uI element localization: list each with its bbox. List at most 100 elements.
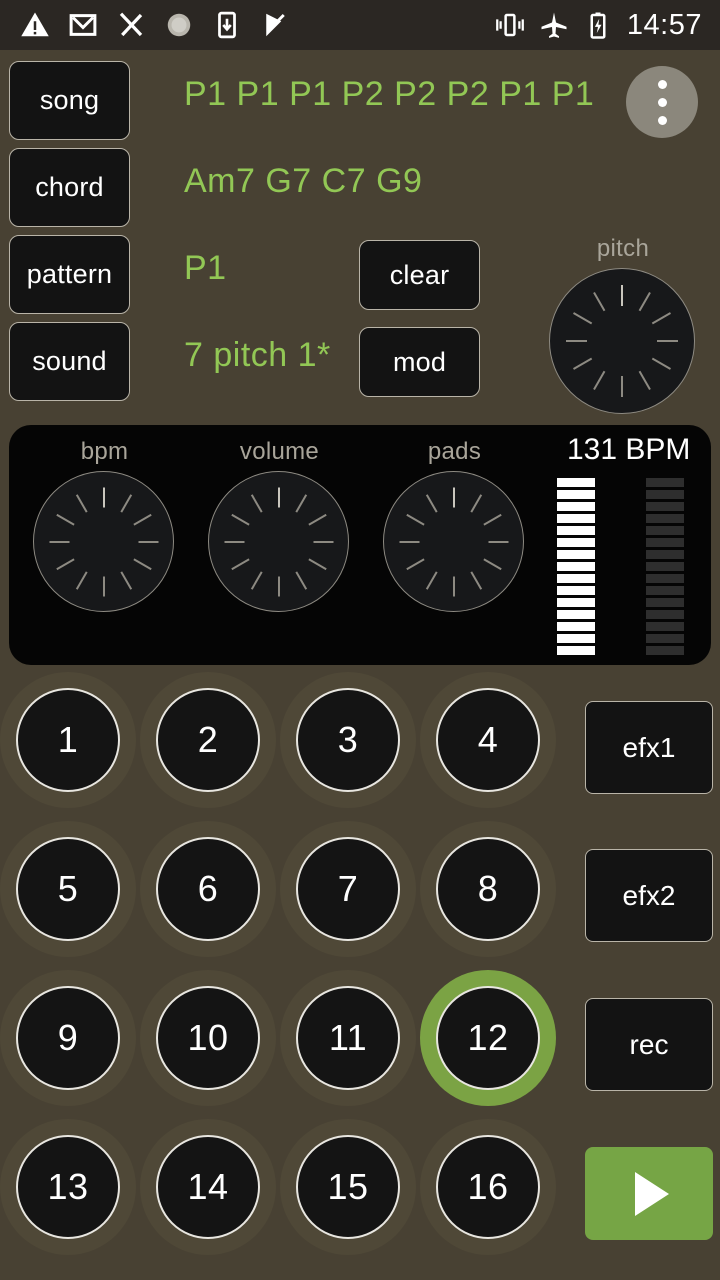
pad-label: 12 [436, 986, 540, 1090]
pad-grid: 1 2 3 4 5 6 7 8 9 10 11 12 13 14 15 16 [0, 672, 578, 1280]
pad-button-9[interactable]: 9 [0, 970, 136, 1106]
knob-tick [573, 357, 593, 370]
meter-segment [557, 478, 595, 487]
knob-tick [250, 570, 263, 590]
knob-tick [593, 370, 606, 390]
app-root: 14:57 song chord pattern sound P1 P1 P1 … [0, 0, 720, 1280]
pad-label: 7 [296, 837, 400, 941]
meter-segment [646, 550, 684, 559]
knob-tick [651, 357, 671, 370]
pad-button-3[interactable]: 3 [280, 672, 416, 808]
pad-button-8[interactable]: 8 [420, 821, 556, 957]
pad-button-1[interactable]: 1 [0, 672, 136, 808]
volume-knob-group: volume [208, 438, 351, 612]
knob-tick [482, 513, 502, 526]
meter-segment [557, 514, 595, 523]
meter-segment [557, 538, 595, 547]
rec-button[interactable]: rec [585, 998, 713, 1091]
pad-button-10[interactable]: 10 [140, 970, 276, 1106]
pad-button-12[interactable]: 12 [420, 970, 556, 1106]
knob-tick [49, 540, 69, 543]
pitch-knob[interactable] [549, 268, 695, 414]
pad-label: 9 [16, 986, 120, 1090]
level-meter-right [646, 478, 684, 655]
sound-button[interactable]: sound [9, 322, 130, 401]
knob-tick [277, 487, 280, 507]
mod-button[interactable]: mod [359, 327, 480, 397]
knob-tick [224, 540, 244, 543]
knob-tick [488, 540, 508, 543]
warning-triangle-icon [21, 12, 49, 37]
clear-button[interactable]: clear [359, 240, 480, 310]
pad-label: 13 [16, 1135, 120, 1239]
song-sequence-value: P1 P1 P1 P2 P2 P2 P1 P1 [184, 75, 595, 113]
transport-panel: bpm volume pads 131 BPM [9, 425, 711, 665]
knob-tick [294, 493, 307, 513]
knob-tick [621, 285, 623, 306]
status-bar-left-icons [20, 10, 290, 40]
pad-button-11[interactable]: 11 [280, 970, 416, 1106]
song-button[interactable]: song [9, 61, 130, 140]
knob-tick [651, 312, 671, 325]
pattern-button[interactable]: pattern [9, 235, 130, 314]
knob-tick [230, 513, 250, 526]
knob-tick [138, 540, 158, 543]
pad-button-2[interactable]: 2 [140, 672, 276, 808]
meter-segment [557, 550, 595, 559]
meter-segment [646, 622, 684, 631]
battery-charging-icon [590, 12, 606, 39]
pad-button-5[interactable]: 5 [0, 821, 136, 957]
bpm-readout: 131 BPM [567, 433, 691, 466]
knob-tick [638, 370, 651, 390]
pad-label: 16 [436, 1135, 540, 1239]
pad-button-16[interactable]: 16 [420, 1119, 556, 1255]
pad-label: 8 [436, 837, 540, 941]
knob-tick [566, 340, 587, 342]
bpm-knob[interactable] [33, 471, 174, 612]
pad-button-4[interactable]: 4 [420, 672, 556, 808]
bpm-knob-label: bpm [80, 438, 129, 465]
meter-segment [646, 574, 684, 583]
meter-segment [557, 502, 595, 511]
menu-dot [657, 79, 667, 89]
top-control-area: song chord pattern sound P1 P1 P1 P2 P2 … [0, 50, 720, 422]
meter-segment [557, 586, 595, 595]
knob-tick [469, 570, 482, 590]
meter-segment [557, 562, 595, 571]
meter-segment [646, 610, 684, 619]
chord-button[interactable]: chord [9, 148, 130, 227]
efx2-button[interactable]: efx2 [585, 849, 713, 942]
meter-segment [646, 646, 684, 655]
pad-button-13[interactable]: 13 [0, 1119, 136, 1255]
pad-label: 15 [296, 1135, 400, 1239]
knob-tick [277, 576, 280, 596]
efx1-button[interactable]: efx1 [585, 701, 713, 794]
level-meter-left [557, 478, 595, 655]
pad-button-6[interactable]: 6 [140, 821, 276, 957]
pattern-value: P1 [184, 249, 227, 287]
meter-segment [557, 490, 595, 499]
scissors-icon [119, 12, 143, 37]
knob-tick [119, 570, 132, 590]
knob-tick [452, 487, 455, 507]
overflow-menu-icon[interactable] [626, 66, 698, 138]
pad-button-14[interactable]: 14 [140, 1119, 276, 1255]
meter-segment [646, 514, 684, 523]
knob-tick [638, 292, 651, 312]
knob-tick [132, 513, 152, 526]
pad-button-7[interactable]: 7 [280, 821, 416, 957]
pad-button-15[interactable]: 15 [280, 1119, 416, 1255]
meter-segment [646, 634, 684, 643]
knob-tick [75, 493, 88, 513]
knob-tick [307, 557, 327, 570]
meter-segment [557, 622, 595, 631]
knob-tick [452, 576, 455, 596]
knob-tick [399, 540, 419, 543]
volume-knob[interactable] [208, 471, 349, 612]
meter-segment [557, 574, 595, 583]
pads-knob[interactable] [383, 471, 524, 612]
loading-circle-icon [167, 13, 191, 37]
knob-tick [294, 570, 307, 590]
play-button[interactable] [585, 1147, 713, 1240]
knob-tick [657, 340, 678, 342]
